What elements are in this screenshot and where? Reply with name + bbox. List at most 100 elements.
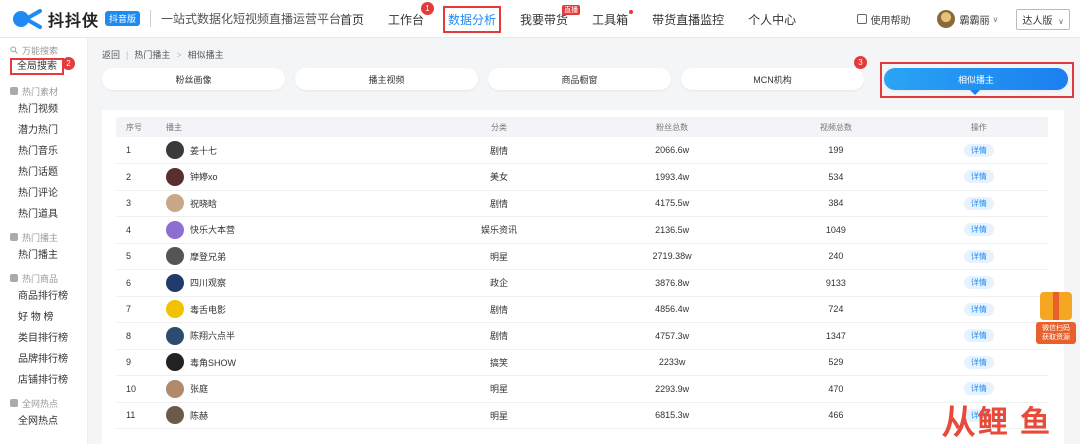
cell-action: 详情 bbox=[910, 349, 1048, 376]
detail-button[interactable]: 详情 bbox=[963, 249, 994, 263]
cell-anchor[interactable]: 钟婷xo bbox=[166, 164, 416, 191]
detail-button[interactable]: 详情 bbox=[963, 276, 994, 290]
fire-icon bbox=[10, 399, 18, 407]
nav-toolbox[interactable]: 工具箱 bbox=[592, 9, 634, 28]
table-row: 4 快乐大本营 娱乐资讯 2136.5w 1049 详情 bbox=[116, 217, 1048, 244]
cell-videos: 470 bbox=[828, 383, 844, 394]
cell-anchor[interactable]: 四川观察 bbox=[166, 270, 416, 297]
avatar bbox=[166, 326, 184, 345]
cell-videos: 529 bbox=[828, 357, 844, 368]
cell-rank: 7 bbox=[126, 304, 132, 315]
sidebar-item-potential-hot[interactable]: 潜力热门 bbox=[0, 120, 87, 141]
tab-fan-profile[interactable]: 粉丝画像 bbox=[102, 68, 285, 90]
cell-anchor[interactable]: 陈翔六点半 bbox=[166, 323, 416, 350]
user-menu[interactable]: 霸霸丽 ∨ bbox=[936, 10, 998, 28]
sidebar-item-goods-ranking[interactable]: 商品排行榜 bbox=[0, 286, 87, 307]
tab-anchor-videos[interactable]: 播主视频 bbox=[295, 68, 478, 90]
sidebar-item-hot-topics[interactable]: 热门话题 bbox=[0, 162, 87, 183]
detail-button[interactable]: 详情 bbox=[963, 302, 994, 316]
cell-videos: 534 bbox=[828, 171, 844, 182]
cell-rank: 11 bbox=[126, 410, 136, 421]
nav-sell-goods[interactable]: 我要带货 直播 bbox=[520, 4, 581, 28]
nav-data-analysis[interactable]: 数据分析 bbox=[443, 5, 502, 33]
cell-anchor[interactable]: 摩登兄弟 bbox=[166, 243, 416, 270]
avatar bbox=[166, 300, 184, 319]
col-action: 操作 bbox=[970, 122, 987, 132]
breadcrumb-back[interactable]: 返回 bbox=[102, 48, 120, 61]
sidebar-item-shop-ranking[interactable]: 店铺排行榜 bbox=[0, 370, 87, 391]
promo-text: 微信扫码 获取资源 bbox=[1036, 322, 1076, 344]
table-row: 1 姜十七 剧情 2066.6w 199 详情 bbox=[116, 137, 1048, 164]
logo[interactable]: 抖抖侠 抖音版 bbox=[12, 7, 141, 31]
detail-button[interactable]: 详情 bbox=[963, 329, 994, 343]
sidebar-item-brand-ranking[interactable]: 品牌排行榜 bbox=[0, 349, 87, 370]
sidebar-item-hot-videos[interactable]: 热门视频 bbox=[0, 99, 87, 120]
sidebar-group-label: 热门素材 bbox=[22, 86, 59, 97]
cell-videos: 384 bbox=[828, 198, 844, 209]
step-marker-2: 2 bbox=[62, 57, 75, 70]
cell-fans: 1993.4w bbox=[655, 171, 690, 182]
anchor-name: 快乐大本营 bbox=[190, 225, 236, 236]
detail-button[interactable]: 详情 bbox=[963, 355, 994, 369]
version-select[interactable]: 达人版 ∨ bbox=[1016, 8, 1070, 30]
breadcrumb-hot-anchors[interactable]: 热门播主 bbox=[134, 48, 170, 61]
detail-button[interactable]: 详情 bbox=[963, 382, 994, 396]
sidebar-item-hot-anchors[interactable]: 热门播主 bbox=[0, 245, 87, 266]
anchor-name: 摩登兄弟 bbox=[190, 251, 227, 262]
cell-action: 详情 bbox=[910, 217, 1048, 244]
nav-personal-center[interactable]: 个人中心 bbox=[748, 11, 796, 28]
detail-button[interactable]: 详情 bbox=[963, 223, 994, 237]
cell-anchor[interactable]: 毒舌电影 bbox=[166, 296, 416, 323]
detail-button[interactable]: 详情 bbox=[963, 143, 994, 157]
cell-anchor[interactable]: 毒角SHOW bbox=[166, 349, 416, 376]
cell-anchor[interactable]: 陈赫 bbox=[166, 402, 416, 429]
cell-action: 详情 bbox=[910, 137, 1048, 164]
nav-workbench[interactable]: 工作台 1 bbox=[388, 1, 435, 28]
cell-anchor[interactable]: 姜十七 bbox=[166, 137, 416, 164]
cell-category: 明星 bbox=[490, 384, 509, 395]
nav-sell-goods-label: 我要带货 bbox=[520, 12, 569, 27]
cell-videos: 199 bbox=[828, 145, 844, 155]
avatar bbox=[166, 141, 184, 159]
sidebar-item-good-items[interactable]: 好 物 榜 bbox=[0, 307, 87, 328]
user-icon bbox=[10, 233, 18, 241]
watermark-text: 鲤 鱼 bbox=[977, 406, 1052, 439]
cell-anchor[interactable]: 祝晓晗 bbox=[166, 190, 416, 217]
watermark-logo: 从 bbox=[941, 404, 976, 442]
cell-anchor[interactable]: 张庭 bbox=[166, 376, 416, 403]
col-videos: 视频总数 bbox=[819, 122, 852, 132]
promo-widget[interactable]: 微信扫码 获取资源 bbox=[1036, 292, 1076, 348]
sidebar-item-hot-props[interactable]: 热门道具 bbox=[0, 204, 87, 225]
table-row: 8 陈翔六点半 剧情 4757.3w 1347 详情 bbox=[116, 323, 1048, 350]
col-rank: 序号 bbox=[126, 122, 142, 132]
avatar bbox=[166, 406, 184, 425]
sidebar-item-hot-spots[interactable]: 全网热点 bbox=[0, 411, 87, 432]
chevron-down-icon: ∨ bbox=[1058, 16, 1064, 26]
tab-showcase[interactable]: 商品橱窗 bbox=[488, 68, 671, 90]
table-row: 5 摩登兄弟 明星 2719.38w 240 详情 bbox=[116, 243, 1048, 270]
cell-action: 详情 bbox=[910, 323, 1048, 350]
avatar bbox=[166, 379, 184, 398]
avatar bbox=[936, 10, 955, 28]
nav-home[interactable]: 首页 bbox=[340, 11, 364, 28]
sidebar-item-category-ranking[interactable]: 类目排行榜 bbox=[0, 328, 87, 349]
help-icon bbox=[856, 14, 867, 24]
sidebar-group-goods: 热门商品 bbox=[0, 270, 87, 286]
tab-mcn[interactable]: MCN机构 bbox=[681, 68, 864, 90]
detail-button[interactable]: 详情 bbox=[963, 196, 994, 210]
cell-rank: 3 bbox=[126, 198, 132, 209]
sidebar-item-global-search[interactable]: 全局搜索 bbox=[10, 58, 64, 75]
table-row: 10 张庭 明星 2293.9w 470 详情 bbox=[116, 376, 1048, 403]
anchor-name: 祝晓晗 bbox=[190, 198, 218, 209]
live-badge: 直播 bbox=[562, 4, 581, 15]
nav-toolbox-label: 工具箱 bbox=[592, 12, 629, 27]
active-tab-pointer bbox=[970, 90, 980, 95]
nav-live-monitor[interactable]: 带货直播监控 bbox=[652, 11, 724, 28]
sidebar-item-hot-comments[interactable]: 热门评论 bbox=[0, 183, 87, 204]
sidebar-item-hot-music[interactable]: 热门音乐 bbox=[0, 141, 87, 162]
cell-anchor[interactable]: 快乐大本营 bbox=[166, 217, 416, 244]
detail-button[interactable]: 详情 bbox=[963, 170, 994, 184]
help-link[interactable]: 使用帮助 bbox=[856, 12, 911, 27]
sidebar-group-label: 万能搜索 bbox=[22, 45, 59, 56]
sidebar-group-hot: 全网热点 bbox=[0, 395, 87, 411]
